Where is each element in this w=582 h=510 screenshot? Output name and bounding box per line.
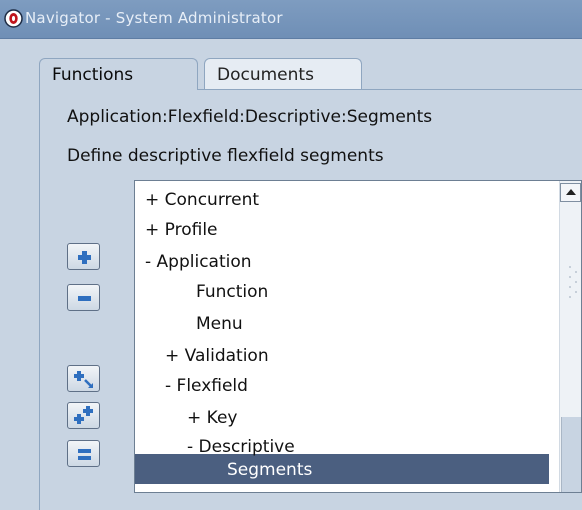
tree-item-menu[interactable]: Menu [196,311,243,337]
collapse-all-icon [78,449,91,460]
expand-all-button[interactable] [67,402,100,429]
function-description: Define descriptive flexfield segments [67,146,384,166]
tree-item-segments[interactable]: Segments [227,457,312,483]
expand-button[interactable] [67,243,100,270]
scroll-thumb[interactable] [561,417,581,492]
function-tree[interactable]: + Concurrent + Profile - Application Fun… [134,180,582,493]
window-title: Navigator - System Administrator [25,9,283,27]
scroll-up-arrow-icon [566,189,576,195]
tab-functions-label: Functions [52,65,134,85]
window-titlebar[interactable]: Navigator - System Administrator [0,0,582,39]
scroll-grip-icon [569,266,577,298]
collapse-button[interactable] [67,284,100,311]
tree-item-concurrent[interactable]: + Concurrent [145,187,259,213]
tree-item-validation[interactable]: + Validation [165,343,269,369]
tab-functions[interactable]: Functions [39,58,198,90]
expand-branch-icon [74,371,93,388]
tab-documents-label: Documents [217,65,314,85]
tree-item-key[interactable]: + Key [187,405,237,431]
collapse-all-button[interactable] [67,440,100,467]
tree-item-function[interactable]: Function [196,279,268,305]
tree-item-flexfield[interactable]: - Flexfield [165,373,248,399]
oracle-app-icon [4,9,23,28]
tree-item-profile[interactable]: + Profile [145,217,218,243]
tab-documents[interactable]: Documents [204,58,362,89]
collapse-minus-icon [78,296,91,301]
tree-item-application[interactable]: - Application [145,249,252,275]
expand-branch-button[interactable] [67,365,100,392]
expand-all-icon [74,406,93,424]
scroll-up-button[interactable] [560,183,581,202]
expand-plus-icon [78,251,91,264]
function-path: Application:Flexfield:Descriptive:Segmen… [67,107,433,127]
